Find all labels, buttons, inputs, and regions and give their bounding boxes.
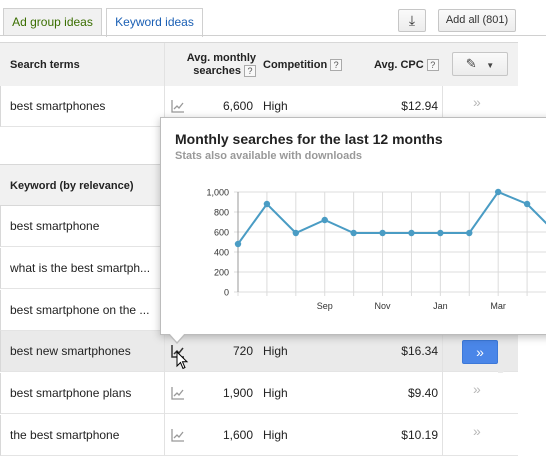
monthly-searches-popup: 02004006008001,000SepNovJanMarMay Monthl…	[160, 117, 546, 335]
x-tick-label: Nov	[375, 301, 392, 311]
help-icon[interactable]: ?	[330, 59, 343, 71]
avg-cpc-value: $10.19	[401, 428, 438, 442]
y-tick-label: 1,000	[206, 188, 229, 198]
add-keyword-button[interactable]: »	[473, 94, 481, 110]
competition-value: High	[263, 428, 288, 442]
download-button[interactable]: ⤓	[398, 9, 426, 32]
data-point	[263, 200, 271, 208]
data-point	[494, 188, 502, 196]
add-all-button[interactable]: Add all (801)	[438, 9, 516, 32]
y-tick-label: 800	[214, 208, 229, 218]
help-icon[interactable]: ?	[426, 59, 439, 71]
keyword-text: best new smartphones	[10, 344, 131, 358]
avg-cpc-value: $16.34	[401, 344, 438, 358]
data-point	[523, 200, 531, 208]
y-tick-label: 400	[214, 248, 229, 258]
data-point	[350, 229, 357, 237]
y-tick-label: 0	[224, 288, 229, 298]
download-icon: ⤓	[408, 12, 416, 28]
pencil-icon: ✎	[465, 56, 477, 71]
keyword-text: best smartphones	[10, 99, 106, 113]
x-tick-label: Jan	[433, 301, 448, 311]
add-keyword-button[interactable]: »	[462, 340, 498, 364]
tab-keyword-ideas[interactable]: Keyword ideas	[106, 8, 203, 37]
mouse-cursor-icon	[176, 351, 189, 370]
avg-cpc-heading: Avg. CPC?	[374, 43, 439, 87]
column-divider	[164, 43, 165, 87]
series-line	[237, 190, 546, 245]
avg-monthly-searches: 1,600	[222, 428, 253, 442]
tab-ad-group-ideas[interactable]: Ad group ideas	[3, 8, 102, 35]
avg-monthly-searches: 1,900	[222, 386, 253, 400]
data-point	[321, 216, 328, 224]
search-terms-heading: Search terms	[10, 59, 80, 71]
search-terms-header: Search terms Avg. monthly searches? Comp…	[0, 42, 518, 87]
data-point	[408, 229, 415, 237]
data-point	[292, 229, 300, 237]
keyword-text: what is the best smartph...	[10, 261, 151, 275]
tab-divider	[0, 35, 546, 36]
keyword-row: best smartphone plans 1,900 High $9.40 »	[0, 373, 518, 414]
keyword-row-hovered: best new smartphones 720 High $16.34 »	[0, 331, 518, 372]
avg-monthly-line1: Avg. monthly	[186, 52, 256, 64]
keyword-text: the best smartphone	[10, 428, 120, 442]
keyword-text: best smartphone plans	[10, 386, 132, 400]
tab-bar: Ad group ideas Keyword ideas ⤓ Add all (…	[0, 0, 546, 37]
keyword-row: the best smartphone 1,600 High $10.19 »	[0, 415, 518, 456]
edit-columns-button[interactable]: ✎ ▼	[452, 52, 508, 76]
trend-chart-icon[interactable]	[171, 386, 185, 400]
column-divider	[442, 331, 443, 456]
trend-chart-icon[interactable]	[171, 99, 185, 113]
chevron-down-icon: ▼	[486, 61, 495, 70]
column-divider	[164, 331, 165, 456]
popup-title: Monthly searches for the last 12 months	[175, 131, 443, 147]
x-tick-label: Mar	[490, 301, 506, 311]
popup-caret-fill	[169, 333, 185, 342]
keyword-heading[interactable]: Keyword (by relevance)	[10, 165, 134, 206]
competition-heading: Competition?	[263, 43, 343, 87]
help-icon[interactable]: ?	[244, 65, 256, 77]
avg-cpc-value: $9.40	[407, 386, 438, 400]
competition-value: High	[263, 386, 288, 400]
avg-monthly-searches-heading: Avg. monthly searches?	[172, 43, 256, 87]
add-keyword-button[interactable]: »	[473, 423, 481, 439]
competition-value: High	[263, 344, 288, 358]
add-keyword-button[interactable]: »	[473, 381, 481, 397]
keyword-text: best smartphone on the ...	[10, 303, 150, 317]
avg-monthly-line2: searches?	[193, 65, 256, 78]
data-point	[437, 229, 444, 237]
avg-monthly-searches: 720	[232, 344, 253, 358]
data-point	[234, 240, 242, 248]
data-point	[379, 229, 386, 237]
y-tick-label: 600	[214, 228, 229, 238]
trend-chart-icon[interactable]	[171, 428, 185, 442]
data-point	[466, 229, 473, 237]
y-tick-label: 200	[214, 268, 229, 278]
keyword-text: best smartphone	[10, 219, 100, 233]
x-tick-label: Sep	[317, 301, 333, 311]
popup-subtitle: Stats also available with downloads	[175, 150, 363, 162]
